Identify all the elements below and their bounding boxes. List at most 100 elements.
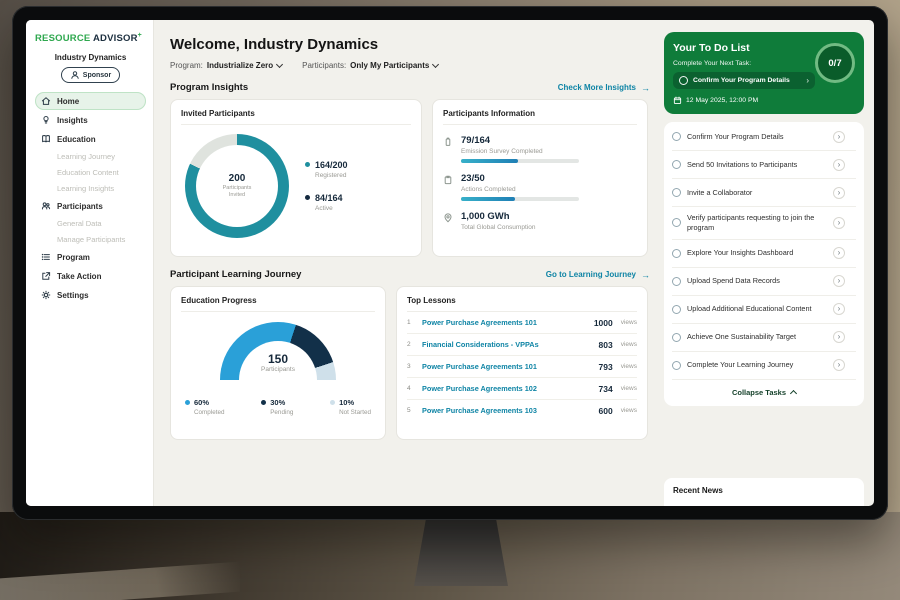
- chevron-right-icon[interactable]: ›: [833, 303, 845, 315]
- go-to-learning-journey-link[interactable]: Go to Learning Journey →: [546, 270, 650, 280]
- todo-panel: Your To Do List 0/7 Complete Your Next T…: [662, 20, 874, 506]
- task-checkbox[interactable]: [679, 76, 688, 85]
- participants-dropdown-value: Only My Participants: [350, 61, 429, 70]
- task-row[interactable]: Complete Your Learning Journey ›: [672, 352, 856, 380]
- sidebar-item-insights[interactable]: Insights: [35, 111, 146, 129]
- dashboard-screen: RESOURCE ADVISOR+ Industry Dynamics Spon…: [26, 20, 874, 506]
- sidebar-item-education[interactable]: Education: [35, 130, 146, 148]
- task-row[interactable]: Explore Your Insights Dashboard ›: [672, 240, 856, 268]
- lesson-link[interactable]: Power Purchase Agreements 102: [422, 384, 593, 393]
- legend-dot-pending: [261, 400, 266, 405]
- task-checkbox[interactable]: [672, 160, 681, 169]
- sidebar-item-label: Participants: [57, 202, 103, 211]
- lesson-link[interactable]: Power Purchase Agreements 101: [422, 318, 588, 327]
- metric-label: Actions Completed: [461, 186, 579, 193]
- check-more-insights-link[interactable]: Check More Insights →: [558, 83, 650, 93]
- brand-plus: +: [138, 32, 142, 39]
- task-checkbox[interactable]: [672, 132, 681, 141]
- task-row[interactable]: Verify participants requesting to join t…: [672, 207, 856, 240]
- sidebar-item-education-content[interactable]: Education Content: [35, 165, 146, 180]
- next-task-row[interactable]: Confirm Your Program Details ›: [673, 72, 815, 89]
- legend-value: 30%: [270, 398, 293, 407]
- task-checkbox[interactable]: [672, 249, 681, 258]
- sidebar-item-program[interactable]: Program: [35, 248, 146, 266]
- participants-dropdown[interactable]: Participants: Only My Participants: [302, 61, 438, 70]
- lesson-views-label: views: [621, 407, 637, 414]
- legend-item: 84/164 Active: [305, 193, 348, 212]
- chevron-right-icon[interactable]: ›: [833, 187, 845, 199]
- lesson-link[interactable]: Financial Considerations - VPPAs: [422, 340, 593, 349]
- task-checkbox[interactable]: [672, 361, 681, 370]
- background-photo: RESOURCE ADVISOR+ Industry Dynamics Spon…: [0, 0, 900, 600]
- chevron-right-icon[interactable]: ›: [833, 247, 845, 259]
- invited-participants-donut: 200 Participants Invited: [185, 134, 289, 238]
- invited-participants-card: Invited Participants 200 Participants In…: [170, 99, 422, 257]
- sponsor-badge[interactable]: Sponsor: [61, 67, 120, 83]
- metric-consumption: 1,000 GWh Total Global Consumption: [443, 211, 637, 231]
- brand-secondary: ADVISOR: [93, 33, 138, 44]
- list-icon: [41, 252, 51, 262]
- chevron-right-icon[interactable]: ›: [833, 217, 845, 229]
- sidebar-item-learning-insights[interactable]: Learning Insights: [35, 181, 146, 196]
- task-row[interactable]: Upload Spend Data Records ›: [672, 268, 856, 296]
- card-title: Top Lessons: [407, 296, 637, 312]
- task-row[interactable]: Upload Additional Educational Content ›: [672, 296, 856, 324]
- participants-dropdown-label: Participants:: [302, 61, 346, 70]
- chevron-right-icon[interactable]: ›: [833, 331, 845, 343]
- lightbulb-icon: [41, 115, 51, 125]
- collapse-tasks-button[interactable]: Collapse Tasks: [672, 380, 856, 405]
- lesson-row: 5 Power Purchase Agreements 103 600 view…: [407, 400, 637, 421]
- sidebar-item-label: Home: [57, 97, 79, 106]
- card-title: Participants Information: [443, 109, 637, 125]
- task-label: Upload Additional Educational Content: [687, 304, 827, 314]
- task-checkbox[interactable]: [672, 333, 681, 342]
- sidebar-item-take-action[interactable]: Take Action: [35, 267, 146, 285]
- sidebar-item-home[interactable]: Home: [35, 92, 146, 110]
- sidebar-item-label: Settings: [57, 291, 89, 300]
- metric-value: 23/50: [461, 173, 579, 184]
- chevron-right-icon[interactable]: ›: [833, 159, 845, 171]
- task-row[interactable]: Send 50 Invitations to Participants ›: [672, 151, 856, 179]
- metric-actions: 23/50 Actions Completed: [443, 173, 637, 201]
- sidebar-item-participants[interactable]: Participants: [35, 197, 146, 215]
- program-dropdown[interactable]: Program: Industrialize Zero: [170, 61, 282, 70]
- lesson-views: 803: [599, 340, 613, 350]
- task-row[interactable]: Achieve One Sustainability Target ›: [672, 324, 856, 352]
- donut-center-value: 200: [229, 173, 246, 184]
- education-progress-card: Education Progress 150 Participants: [170, 286, 386, 440]
- clipboard-icon: [443, 175, 454, 201]
- legend-value: 10%: [339, 398, 371, 407]
- chevron-up-icon: [790, 390, 797, 397]
- progress-bar: [461, 197, 579, 201]
- progress-bar-fill: [461, 197, 515, 201]
- chevron-right-icon[interactable]: ›: [833, 131, 845, 143]
- lesson-link[interactable]: Power Purchase Agreements 103: [422, 406, 593, 415]
- metric-value: 1,000 GWh: [461, 211, 535, 222]
- person-icon: [70, 70, 80, 80]
- invited-donut-body: 200 Participants Invited 164/200 Registe: [181, 134, 411, 238]
- lesson-rank: 1: [407, 319, 416, 326]
- task-checkbox[interactable]: [672, 188, 681, 197]
- chevron-right-icon[interactable]: ›: [833, 275, 845, 287]
- main-content: Welcome, Industry Dynamics Program: Indu…: [154, 20, 662, 506]
- task-checkbox[interactable]: [672, 218, 681, 227]
- sponsor-badge-label: Sponsor: [83, 72, 111, 79]
- sidebar-item-settings[interactable]: Settings: [35, 286, 146, 304]
- lesson-link[interactable]: Power Purchase Agreements 101: [422, 362, 593, 371]
- chevron-right-icon[interactable]: ›: [833, 359, 845, 371]
- task-checkbox[interactable]: [672, 305, 681, 314]
- card-title: Invited Participants: [181, 109, 411, 125]
- sidebar-item-manage-participants[interactable]: Manage Participants: [35, 232, 146, 247]
- task-row[interactable]: Invite a Collaborator ›: [672, 179, 856, 207]
- task-label: Invite a Collaborator: [687, 188, 827, 198]
- collapse-label: Collapse Tasks: [732, 388, 786, 397]
- task-checkbox[interactable]: [672, 277, 681, 286]
- chevron-right-icon: ›: [806, 76, 809, 85]
- lesson-views-label: views: [621, 341, 637, 348]
- task-row[interactable]: Confirm Your Program Details ›: [672, 123, 856, 151]
- top-lessons-card: Top Lessons 1 Power Purchase Agreements …: [396, 286, 648, 440]
- sidebar-item-label: Education: [57, 135, 96, 144]
- sidebar-item-learning-journey[interactable]: Learning Journey: [35, 149, 146, 164]
- lesson-views: 734: [599, 384, 613, 394]
- sidebar-item-general-data[interactable]: General Data: [35, 216, 146, 231]
